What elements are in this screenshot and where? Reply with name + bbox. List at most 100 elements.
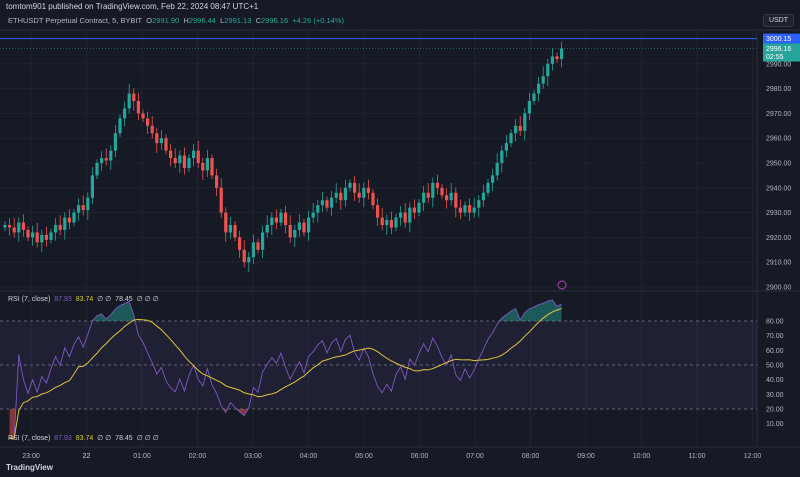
candle-body xyxy=(261,232,265,250)
rsi-na: ∅ ∅ xyxy=(97,435,112,442)
candle-body xyxy=(302,222,306,233)
rsi-value: 87.93 xyxy=(54,435,72,442)
currency-button[interactable]: USDT xyxy=(762,14,794,27)
candle-body xyxy=(8,225,12,228)
candle-body xyxy=(201,163,205,171)
price-tick: 2950.00 xyxy=(766,161,791,168)
candle-body xyxy=(169,150,173,159)
open-value: 2991.90 xyxy=(152,16,180,25)
candle-body xyxy=(104,158,108,161)
candle-body xyxy=(72,212,76,223)
rsi-extra-value: 78.45 xyxy=(115,296,133,303)
rsi-na-2: ∅ ∅ ∅ xyxy=(136,296,159,303)
candle-body xyxy=(449,192,453,201)
rsi-extra-value: 78.45 xyxy=(115,435,133,442)
price-tick: 2960.00 xyxy=(766,136,791,143)
candle-body xyxy=(12,227,16,233)
candle-body xyxy=(412,207,416,213)
change-value: +4.26 (+0.14%) xyxy=(292,16,344,25)
time-tick: 01:00 xyxy=(133,453,151,460)
candle-body xyxy=(54,225,58,233)
candle-body xyxy=(417,202,421,213)
candle-body xyxy=(481,192,485,201)
candle-body xyxy=(95,163,99,176)
candle-body xyxy=(150,125,154,134)
candle-body xyxy=(196,150,200,163)
time-tick: 02:00 xyxy=(189,453,207,460)
candle-body xyxy=(118,118,122,134)
candle-body xyxy=(422,192,426,203)
price-tick: 2980.00 xyxy=(766,86,791,93)
candle-body xyxy=(100,158,104,163)
rsi-na-2: ∅ ∅ ∅ xyxy=(136,435,159,442)
candle-body xyxy=(215,175,219,188)
event-icon xyxy=(557,280,567,290)
candle-body xyxy=(408,207,412,223)
rsi-ma-value: 83.74 xyxy=(75,435,94,442)
rsi-legend-2[interactable]: RSI (7, close) 87.93 83.74 ∅ ∅ 78.45 ∅ ∅… xyxy=(8,434,159,442)
candle-body xyxy=(247,257,251,263)
candle-body xyxy=(339,192,343,201)
tradingview-logo[interactable]: TradingView xyxy=(6,463,53,472)
candle-body xyxy=(334,192,338,198)
candle-body xyxy=(458,207,462,213)
time-tick: 23:00 xyxy=(22,453,40,460)
time-tick: 03:00 xyxy=(244,453,262,460)
candle-body xyxy=(31,232,35,238)
price-tick: 2990.00 xyxy=(766,61,791,68)
candle-body xyxy=(192,150,196,159)
time-tick: 10:00 xyxy=(633,453,651,460)
symbol-name[interactable]: ETHUSDT Perpetual Contract, 5, BYBIT xyxy=(8,16,142,25)
candle-body xyxy=(40,234,44,243)
candle-body xyxy=(219,187,223,213)
candle-body xyxy=(325,200,329,208)
candle-body xyxy=(362,187,366,198)
candle-body xyxy=(205,158,209,171)
candle-body xyxy=(164,138,168,151)
close-value: 2996.16 xyxy=(261,16,289,25)
rsi-legend[interactable]: RSI (7, close) 87.93 83.74 ∅ ∅ 78.45 ∅ ∅… xyxy=(8,295,159,303)
candle-body xyxy=(293,229,297,238)
candle-body xyxy=(242,249,246,263)
rsi-tick: 80.00 xyxy=(766,319,784,326)
candle-body xyxy=(270,217,274,225)
candle-body xyxy=(440,187,444,196)
rsi-label: RSI (7, close) xyxy=(8,435,51,442)
time-tick: 12:00 xyxy=(744,453,762,460)
candle-body xyxy=(141,113,145,119)
candle-body xyxy=(155,133,159,144)
time-tick: 08:00 xyxy=(522,453,540,460)
candle-body xyxy=(399,212,403,218)
alert-price-label: 3000.15 xyxy=(766,36,791,43)
candle-body xyxy=(403,212,407,223)
candle-body xyxy=(523,113,527,131)
candle-body xyxy=(297,222,301,230)
rsi-tick: 30.00 xyxy=(766,392,784,399)
candle-body xyxy=(26,229,30,238)
candle-body xyxy=(477,200,481,208)
candle-body xyxy=(77,205,81,213)
candle-body xyxy=(58,225,62,230)
candle-body xyxy=(274,217,278,223)
candle-body xyxy=(532,93,536,101)
time-tick: 07:00 xyxy=(466,453,484,460)
candle-body xyxy=(550,56,554,64)
price-tick: 2940.00 xyxy=(766,185,791,192)
rsi-na: ∅ ∅ xyxy=(97,296,112,303)
candle-body xyxy=(454,192,458,208)
candle-body xyxy=(44,234,48,240)
chart-canvas[interactable]: 23:00 22 01:00 02:00 03:00 04:00 05:00 06:00 07:… xyxy=(0,0,800,477)
price-tick: 2970.00 xyxy=(766,111,791,118)
time-tick: 04:00 xyxy=(300,453,318,460)
candle-body xyxy=(491,175,495,183)
candle-body xyxy=(348,182,352,188)
candle-body xyxy=(316,205,320,213)
candle-body xyxy=(518,125,522,131)
time-tick: 22 xyxy=(83,453,91,460)
candle-body xyxy=(541,76,545,84)
price-tick: 2910.00 xyxy=(766,260,791,267)
candle-body xyxy=(389,220,393,228)
low-value: 2991.13 xyxy=(224,16,252,25)
rsi-tick: 10.00 xyxy=(766,421,784,428)
candle-body xyxy=(486,182,490,193)
